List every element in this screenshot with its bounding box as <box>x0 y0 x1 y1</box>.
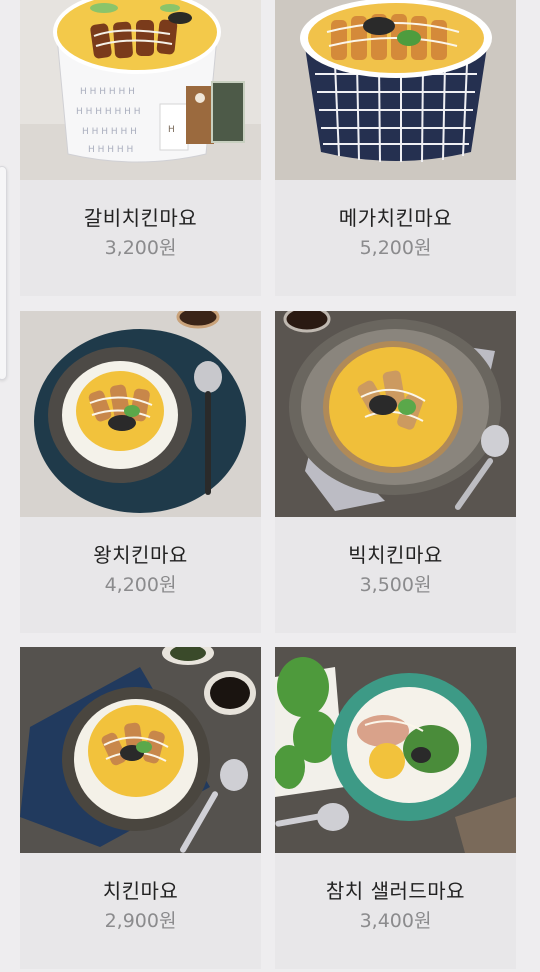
packet-label: H <box>168 125 175 135</box>
side-scroll-handle[interactable] <box>0 166 7 380</box>
menu-photo-big-chicken-mayo <box>275 311 516 517</box>
svg-text:H H H H H H: H H H H H H <box>80 87 135 97</box>
svg-text:H H H H H H: H H H H H H <box>82 127 137 137</box>
menu-info: 빅치킨마요 3,500원 <box>275 517 516 633</box>
menu-item-price: 2,900원 <box>104 910 177 932</box>
menu-item-price: 3,500원 <box>359 574 432 596</box>
svg-text:H H H H H H H: H H H H H H H <box>76 107 141 117</box>
menu-item-price: 3,200원 <box>104 237 177 259</box>
menu-card-tuna-salad-mayo[interactable]: 참치 샐러드마요 3,400원 <box>275 647 516 969</box>
menu-item-price: 4,200원 <box>104 574 177 596</box>
menu-card-mega-chicken-mayo[interactable]: 메가치킨마요 5,200원 <box>275 0 516 296</box>
menu-info: 참치 샐러드마요 3,400원 <box>275 853 516 969</box>
menu-card-galbi-chicken-mayo[interactable]: H H H H H H H H H H H H H H H H H H H H … <box>20 0 261 296</box>
menu-photo-king-chicken-mayo <box>20 311 261 517</box>
menu-photo-galbi-chicken-mayo: H H H H H H H H H H H H H H H H H H H H … <box>20 0 261 180</box>
menu-item-name: 참치 샐러드마요 <box>325 879 466 903</box>
menu-photo-tuna-salad-mayo <box>275 647 516 853</box>
menu-card-chicken-mayo[interactable]: 치킨마요 2,900원 <box>20 647 261 969</box>
menu-card-big-chicken-mayo[interactable]: 빅치킨마요 3,500원 <box>275 311 516 633</box>
menu-info: 치킨마요 2,900원 <box>20 853 261 969</box>
menu-item-name: 왕치킨마요 <box>93 543 188 567</box>
menu-item-name: 빅치킨마요 <box>348 543 443 567</box>
menu-item-name: 갈비치킨마요 <box>83 206 198 230</box>
menu-item-price: 3,400원 <box>359 910 432 932</box>
svg-text:H H H H H: H H H H H <box>88 145 133 155</box>
menu-info: 갈비치킨마요 3,200원 <box>20 180 261 296</box>
menu-card-king-chicken-mayo[interactable]: 왕치킨마요 4,200원 <box>20 311 261 633</box>
menu-info: 왕치킨마요 4,200원 <box>20 517 261 633</box>
menu-item-name: 메가치킨마요 <box>338 206 453 230</box>
menu-photo-chicken-mayo <box>20 647 261 853</box>
menu-item-name: 치킨마요 <box>102 879 179 903</box>
menu-photo-mega-chicken-mayo <box>275 0 516 180</box>
menu-item-price: 5,200원 <box>359 237 432 259</box>
menu-page: H H H H H H H H H H H H H H H H H H H H … <box>0 0 540 972</box>
menu-info: 메가치킨마요 5,200원 <box>275 180 516 296</box>
